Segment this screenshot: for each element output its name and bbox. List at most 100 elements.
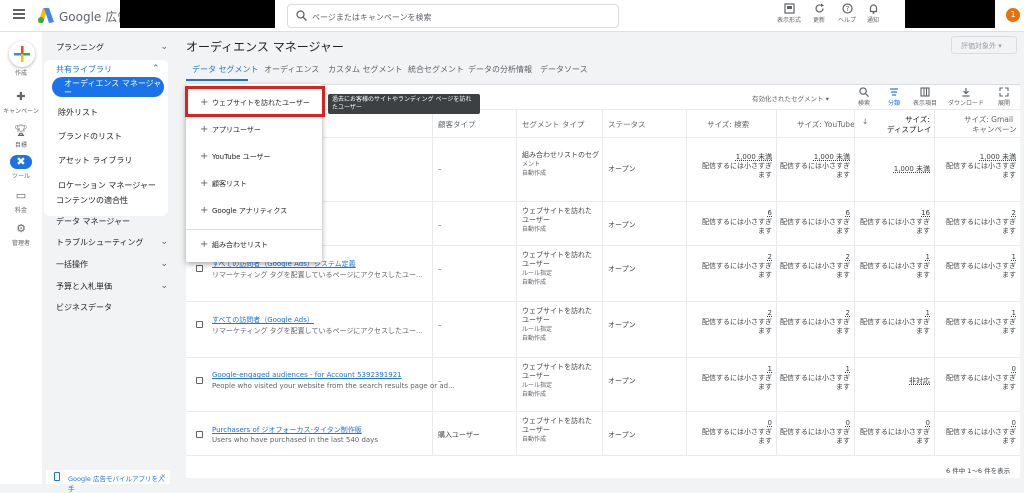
redacted-account	[120, 0, 275, 28]
close-icon[interactable]: ×	[161, 472, 166, 480]
create-button[interactable]	[9, 41, 35, 67]
customer-type-cell: –	[438, 221, 442, 229]
sidebar-item-budgets-bidding[interactable]: 予算と入札単価 ⌄	[56, 281, 178, 292]
segment-description: リマーケティング タグを配置しているページにアクセスしたユー...	[212, 271, 423, 279]
tab-data-sources[interactable]: データソース	[540, 64, 588, 75]
plus-icon: +	[200, 151, 209, 162]
sidebar-item-data-manager[interactable]: データ マネージャー	[56, 216, 178, 227]
segment-type-cell: ウェブサイトを訪れた ユーザー 自動作成	[522, 207, 592, 233]
header-size-youtube[interactable]: サイズ: YouTube	[797, 119, 855, 130]
size-search-cell: 1,000 未満 配信するには小さすぎ ます	[702, 153, 772, 179]
sidebar-item-bulk-actions[interactable]: 一括操作 ⌄	[56, 259, 178, 270]
header-size-display-2[interactable]: ディスプレイ	[887, 124, 931, 135]
hamburger-menu-icon[interactable]	[13, 9, 25, 19]
segment-description: Users who have purchased in the last 540…	[212, 436, 378, 444]
size-search-cell: 2 配信するには小さすぎ ます	[702, 309, 772, 335]
sidebar-item-asset-library[interactable]: アセット ライブラリ	[58, 155, 132, 166]
header-segment-type[interactable]: セグメント タイプ	[522, 119, 584, 130]
admin-icon: ⚙	[16, 222, 26, 235]
expand-tool-button[interactable]: 展開	[986, 85, 1022, 107]
segment-description: リマーケティング タグを配置しているページにアクセスしたユー...	[212, 327, 423, 335]
period-dropdown[interactable]: 評価対象外 ▾	[951, 36, 1017, 54]
campaign-icon: ✚	[16, 90, 26, 103]
column-divider	[602, 109, 603, 455]
row-checkbox[interactable]	[196, 377, 203, 384]
search-box[interactable]: ページまたはキャンペーンを検索	[287, 4, 619, 28]
sort-arrow-icon[interactable]: ↓	[862, 117, 868, 126]
download-tool-button[interactable]: ダウンロード	[948, 85, 984, 107]
size-display-cell: 1 配信するには小さすぎ ます	[860, 253, 930, 279]
sidebar-item-troubleshooting[interactable]: トラブルシューティング ⌄	[56, 237, 178, 248]
rail-item-admin[interactable]: ⚙ 管理者	[0, 222, 42, 247]
tab-combined-segments[interactable]: 統合セグメント	[408, 64, 464, 75]
active-tab-indicator	[186, 79, 248, 81]
rail-item-campaigns[interactable]: ✚ キャンペーン	[0, 90, 42, 115]
row-checkbox[interactable]	[196, 321, 203, 328]
sidebar-item-location-manager[interactable]: ロケーション マネージャー	[58, 180, 156, 191]
column-divider	[516, 109, 517, 455]
notifications-button[interactable]: 通知	[856, 3, 890, 24]
menu-item-customer-list[interactable]: + 顧客リスト	[200, 178, 247, 189]
menu-item-google-analytics[interactable]: + Google アナリティクス	[200, 205, 287, 216]
sidebar-item-exclusion-lists[interactable]: 除外リスト	[58, 107, 98, 118]
tooltip: 過去にお客様のサイトやランディング ページを訪れたユーザー	[328, 94, 480, 114]
plus-icon: +	[200, 239, 209, 250]
status-cell: オープン	[608, 377, 636, 385]
segment-name-link[interactable]: すべての訪問者（Google Ads）	[212, 315, 314, 325]
tab-audiences[interactable]: オーディエンス	[264, 64, 319, 75]
status-cell: オープン	[608, 431, 636, 439]
tab-data-segments[interactable]: データ セグメント	[192, 64, 259, 75]
size-display-cell: 1,000 未満	[893, 165, 930, 173]
sidebar-item-content-suitability[interactable]: コンテンツの適合性	[56, 195, 178, 206]
size-youtube-cell: 2 配信するには小さすぎ ます	[780, 309, 850, 335]
size-display-cell: 16 配信するには小さすぎ ます	[860, 209, 930, 235]
size-gmail-cell: 0 配信するには小さすぎ ます	[946, 419, 1016, 445]
table-bottom-border	[186, 455, 1020, 456]
sidebar-item-business-data[interactable]: ビジネスデータ	[56, 302, 178, 313]
rail-item-goals[interactable]: 🏆︎ 目標	[0, 124, 42, 149]
size-gmail-cell: 1,000 未満 配信するには小さすぎ ます	[946, 153, 1016, 179]
tab-data-insights[interactable]: データの分析情報	[468, 64, 532, 75]
sidebar-item-brand-lists[interactable]: ブランドのリスト	[58, 131, 122, 142]
search-icon	[296, 10, 307, 21]
segment-filter-dropdown[interactable]: 有効化されたセグメント ▾	[752, 93, 829, 103]
account-avatar[interactable]: 1	[1006, 8, 1020, 22]
segment-type-cell: 組み合わせリストのセグ メント 自動作成	[522, 151, 599, 177]
status-cell: オープン	[608, 321, 636, 329]
menu-item-combined-list[interactable]: + 組み合わせリスト	[200, 239, 268, 250]
header-size-search[interactable]: サイズ: 検索	[707, 119, 749, 130]
rail-item-tools[interactable]: ✖ ツール	[0, 155, 42, 180]
size-gmail-cell: 1 配信するには小さすぎ ます	[946, 253, 1016, 279]
header-status[interactable]: ステータス	[608, 119, 646, 130]
sidebar-item-shared-library[interactable]: 共有ライブラリ ⌃	[56, 64, 160, 75]
segment-name-link[interactable]: Google-engaged audiences - for Account 5…	[212, 371, 402, 379]
segment-name-link[interactable]: Purchasers of ジオフォーカス-タイタン制作販	[212, 425, 362, 435]
bell-icon	[869, 4, 877, 14]
brand-name: Google 広告	[59, 10, 130, 24]
sidebar-item-planning[interactable]: プランニング ⌄	[56, 42, 178, 53]
status-cell: オープン	[608, 265, 636, 273]
mobile-app-banner[interactable]: Google 広告モバイルアプリを入手 ×	[46, 470, 170, 493]
tab-custom-segments[interactable]: カスタム セグメント	[328, 64, 403, 75]
chevron-down-icon: ⌄	[160, 281, 168, 291]
menu-item-app-users[interactable]: + アプリユーザー	[200, 124, 261, 135]
size-gmail-cell: 1 配信するには小さすぎ ます	[946, 309, 1016, 335]
customer-type-cell: –	[438, 321, 442, 329]
menu-item-youtube-users[interactable]: + YouTube ユーザー	[200, 151, 271, 162]
header-customer-type[interactable]: 顧客タイプ	[438, 119, 476, 130]
row-checkbox[interactable]	[196, 431, 203, 438]
sidebar-item-audience-manager[interactable]: オーディエンス マネージャー	[52, 77, 164, 97]
row-checkbox[interactable]	[196, 265, 203, 272]
search-icon	[859, 87, 869, 97]
columns-tool-button[interactable]: 表示項目	[907, 85, 943, 107]
header-size-gmail-2[interactable]: キャンペーン	[972, 124, 1017, 135]
download-icon	[962, 88, 970, 97]
size-youtube-cell: 0 配信するには小さすぎ ます	[780, 419, 850, 445]
size-youtube-cell: 2 配信するには小さすぎ ます	[780, 253, 850, 279]
rail-item-billing[interactable]: ▭ 料金	[0, 189, 42, 214]
column-divider	[854, 109, 855, 455]
appearance-button[interactable]: 表示形式	[772, 3, 806, 24]
chevron-up-icon: ⌃	[152, 64, 160, 74]
segment-type-cell: ウェブサイトを訪れた ユーザー ルール指定 自動作成	[522, 251, 592, 286]
size-search-cell: 6 配信するには小さすぎ ます	[702, 209, 772, 235]
